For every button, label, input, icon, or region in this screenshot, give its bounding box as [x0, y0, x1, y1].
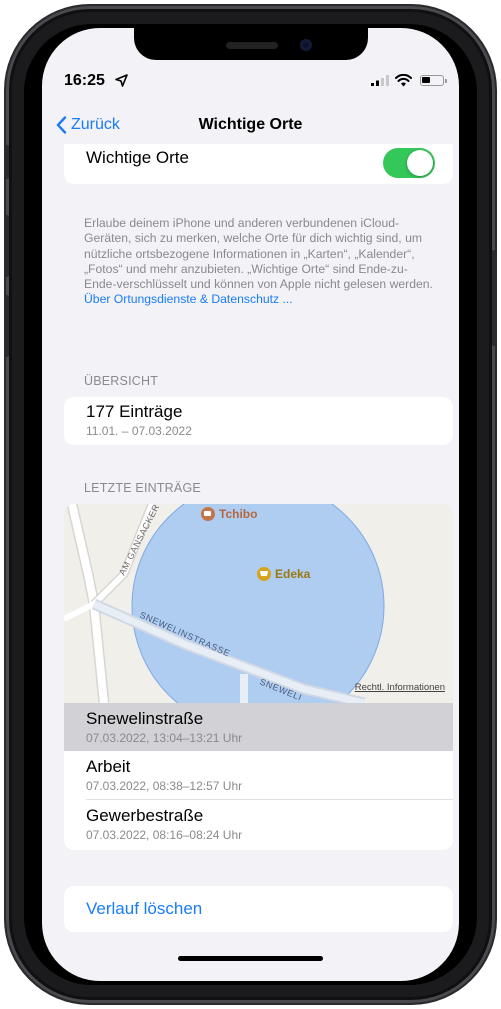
significant-locations-switch[interactable]: [383, 148, 435, 178]
front-camera: [300, 39, 312, 51]
entries-date-range: 11.01. – 07.03.2022: [86, 424, 192, 438]
toggle-label: Wichtige Orte: [86, 148, 189, 167]
clear-history-row[interactable]: Verlauf löschen: [64, 886, 453, 932]
navigation-bar: Zurück Wichtige Orte: [42, 116, 459, 146]
visit-time: 07.03.2022, 08:16–08:24 Uhr: [86, 828, 243, 842]
volume-up-button: [4, 215, 9, 277]
map-view[interactable]: AM GANSACKER SNEWELINSTRASSE SNEWELI Tch…: [64, 504, 453, 703]
battery-icon: [420, 75, 447, 86]
visit-name: Arbeit: [86, 757, 131, 776]
visit-name: Snewelinstraße: [86, 709, 204, 728]
description: Erlaube deinem iPhone und anderen verbun…: [84, 216, 434, 308]
status-time: 16:25: [64, 72, 105, 89]
wifi-icon: [395, 74, 412, 87]
location-arrow-icon: [115, 74, 128, 87]
switch-knob: [407, 150, 433, 176]
coffee-icon: [201, 507, 215, 521]
legal-info-link[interactable]: Rechtl. Informationen: [355, 682, 445, 693]
overview-header: ÜBERSICHT: [84, 374, 159, 388]
description-text: Erlaube deinem iPhone und anderen verbun…: [84, 216, 433, 292]
screen: 16:25 Zurück Wichtige Orte Wichtige Orte…: [42, 28, 459, 981]
recent-entries-card: AM GANSACKER SNEWELINSTRASSE SNEWELI Tch…: [64, 504, 453, 850]
significant-locations-toggle-row: Wichtige Orte: [64, 144, 453, 184]
visit-time: 07.03.2022, 13:04–13:21 Uhr: [86, 731, 243, 745]
poi-label-tchibo: Tchibo: [219, 507, 257, 521]
overview-entries-row[interactable]: 177 Einträge 11.01. – 07.03.2022: [64, 397, 453, 445]
speaker-grille: [226, 42, 278, 49]
visit-time: 07.03.2022, 08:38–12:57 Uhr: [86, 779, 243, 793]
power-button: [492, 250, 497, 346]
privacy-link[interactable]: Über Ortungsdienste & Datenschutz ...: [84, 292, 434, 307]
status-bar: 16:25: [42, 72, 459, 92]
visit-row[interactable]: Snewelinstraße 07.03.2022, 13:04–13:21 U…: [64, 703, 453, 751]
notch: [134, 28, 368, 60]
visit-name: Gewerbestraße: [86, 806, 204, 825]
clear-history-button[interactable]: Verlauf löschen: [86, 899, 202, 919]
recent-header: LETZTE EINTRÄGE: [84, 481, 201, 495]
poi-label-edeka: Edeka: [275, 567, 311, 581]
map-canvas: AM GANSACKER SNEWELINSTRASSE SNEWELI Tch…: [64, 504, 385, 703]
visit-row[interactable]: Arbeit 07.03.2022, 08:38–12:57 Uhr: [64, 751, 453, 799]
visit-row[interactable]: Gewerbestraße 07.03.2022, 08:16–08:24 Uh…: [64, 800, 453, 848]
shopping-cart-icon: [257, 567, 271, 581]
home-indicator[interactable]: [178, 956, 323, 961]
volume-down-button: [4, 295, 9, 357]
mute-switch: [4, 145, 9, 179]
page-title: Wichtige Orte: [198, 116, 303, 133]
cellular-signal-icon: [371, 75, 389, 86]
entries-count: 177 Einträge: [86, 402, 183, 421]
